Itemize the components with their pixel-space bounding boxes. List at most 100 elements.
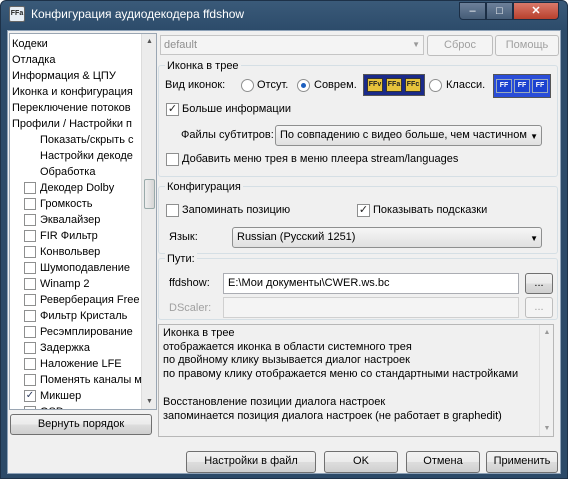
tree-item[interactable]: Показать/скрыть с [40, 132, 133, 148]
chevron-down-icon: ▼ [412, 40, 420, 49]
tree-item[interactable]: Реверберация Free [40, 292, 140, 308]
ffa-icon: FFa [386, 78, 402, 92]
tree-item[interactable]: Наложение LFE [40, 356, 122, 372]
save-to-file-button[interactable]: Настройки в файл [186, 451, 316, 473]
tree-item[interactable]: Поменять каналы м [40, 372, 142, 388]
classic-icon-3: FF [532, 79, 548, 93]
radio-none[interactable] [241, 79, 254, 92]
dscaler-path-label: DScaler: [169, 302, 212, 314]
tree-item-checkbox[interactable] [24, 214, 36, 226]
tree-item[interactable]: Эквалайзер [40, 212, 100, 228]
help-line: запоминается позиция диалога настроек (н… [163, 410, 502, 422]
help-text-box[interactable]: Иконка в трее отображается иконка в обла… [158, 324, 554, 437]
tree-item[interactable]: Фильтр Кристаль [40, 308, 127, 324]
show-tips-checkbox[interactable]: ✓ [357, 204, 370, 217]
dscaler-path-field[interactable] [223, 297, 519, 318]
help-line: по правому клику отображается меню со ст… [163, 368, 519, 380]
reorder-button[interactable]: Вернуть порядок [10, 414, 152, 435]
minimize-button[interactable]: ‒ [459, 2, 486, 20]
tree-item-checkbox[interactable] [24, 182, 36, 194]
classic-icon-1: FF [496, 79, 512, 93]
close-button[interactable]: ✕ [513, 2, 559, 20]
tree-item-checkbox[interactable] [24, 198, 36, 210]
paths-group-title: Пути: [165, 253, 197, 265]
tree-item-checkbox[interactable]: ✓ [24, 390, 36, 402]
scroll-down-icon[interactable]: ▼ [142, 394, 156, 409]
scroll-down-icon[interactable]: ▼ [540, 421, 553, 436]
tree-item[interactable]: Задержка [40, 340, 90, 356]
scroll-up-icon[interactable]: ▲ [142, 34, 156, 49]
help-button[interactable]: Помощь [495, 35, 559, 56]
tree-item-checkbox[interactable] [24, 374, 36, 386]
dialog-window: FFa Конфигурация аудиодекодера ffdshow ‒… [0, 0, 568, 479]
cancel-button[interactable]: Отмена [406, 451, 480, 473]
tree-item[interactable]: Ресэмплирование [40, 324, 133, 340]
language-label: Язык: [169, 231, 198, 243]
classic-icons-preview: FF FF FF [493, 74, 551, 98]
tray-icon-group: Иконка в трее Вид иконок: Отсут. Соврем.… [158, 60, 558, 177]
tree-item-checkbox[interactable] [24, 246, 36, 258]
apply-button[interactable]: Применить [486, 451, 558, 473]
tree-item[interactable]: FIR Фильтр [40, 228, 98, 244]
tree-item[interactable]: OSD [40, 404, 64, 409]
ok-button[interactable]: OK [324, 451, 398, 473]
tree-item[interactable]: Иконка и конфигурация [12, 84, 133, 100]
tree-item[interactable]: Декодер Dolby [40, 180, 114, 196]
tree-item-checkbox[interactable] [24, 262, 36, 274]
tree-item-checkbox[interactable] [24, 358, 36, 370]
window-title: Конфигурация аудиодекодера ffdshow [31, 7, 245, 21]
tree-item[interactable]: Громкость [40, 196, 92, 212]
tree-item-checkbox[interactable] [24, 326, 36, 338]
scroll-thumb[interactable] [144, 179, 155, 209]
preset-select[interactable]: default ▼ [160, 35, 424, 55]
ffv-icon: FFv [367, 78, 383, 92]
tree-item[interactable]: Настройки декоде [40, 148, 133, 164]
help-scrollbar[interactable]: ▲ ▼ [539, 325, 553, 436]
tree-scrollbar[interactable]: ▲ ▼ [141, 34, 156, 409]
tree-item[interactable]: Winamp 2 [40, 276, 90, 292]
tree-item[interactable]: Обработка [40, 164, 95, 180]
tree-item[interactable]: Микшер [40, 388, 81, 404]
remember-position-label: Запоминать позицию [182, 204, 291, 216]
tree-item-checkbox[interactable] [24, 230, 36, 242]
titlebar[interactable]: FFa Конфигурация аудиодекодера ffdshow ‒… [1, 1, 567, 29]
ffdshow-path-field[interactable]: E:\Мои документы\CWER.ws.bc [223, 273, 519, 294]
tree-item-checkbox[interactable] [24, 406, 36, 409]
reset-button[interactable]: Сброс [427, 35, 493, 56]
tree-item-checkbox[interactable] [24, 278, 36, 290]
settings-tree[interactable]: ▲ ▼ Кодеки Отладка Информация & ЦПУ Иконка … [9, 33, 157, 410]
tree-item[interactable]: Отладка [12, 52, 55, 68]
language-select[interactable]: Russian (Русский 1251) ▼ [232, 227, 542, 248]
help-line: по двойному клику вызывается диалог наст… [163, 354, 410, 366]
dscaler-browse-button[interactable]: ... [525, 297, 553, 318]
radio-modern[interactable] [297, 79, 310, 92]
radio-classic[interactable] [429, 79, 442, 92]
add-menu-label: Добавить меню трея в меню плеера stream/… [182, 153, 459, 165]
config-group: Конфигурация Запоминать позицию ✓ Показы… [158, 181, 558, 254]
ffdshow-browse-button[interactable]: ... [525, 273, 553, 294]
tree-item[interactable]: Шумоподавление [40, 260, 130, 276]
maximize-button[interactable]: □ [486, 2, 513, 20]
tree-item-checkbox[interactable] [24, 310, 36, 322]
scroll-up-icon[interactable]: ▲ [540, 325, 553, 340]
tree-item[interactable]: Кодеки [12, 36, 48, 52]
ffc-icon: FFc [405, 78, 421, 92]
add-menu-checkbox[interactable] [166, 153, 179, 166]
tree-item[interactable]: Профили / Настройки п [12, 116, 132, 132]
remember-position-checkbox[interactable] [166, 204, 179, 217]
help-line: Восстановление позиции диалога настроек [163, 396, 386, 408]
modern-icons-preview: FFv FFa FFc [363, 74, 425, 96]
dialog-client: ▲ ▼ Кодеки Отладка Информация & ЦПУ Иконка … [7, 30, 561, 474]
tree-item[interactable]: Конвольвер [40, 244, 100, 260]
tree-item[interactable]: Переключение потоков [12, 100, 131, 116]
tree-item-checkbox[interactable] [24, 294, 36, 306]
help-line: отображается иконка в области системного… [163, 341, 412, 353]
subtitles-label: Файлы субтитров: [181, 129, 274, 141]
icon-view-label: Вид иконок: [165, 79, 226, 91]
tree-item[interactable]: Информация & ЦПУ [12, 68, 116, 84]
tree-item-checkbox[interactable] [24, 342, 36, 354]
subtitles-select[interactable]: По совпадению с видео больше, чем частич… [275, 125, 542, 146]
more-info-checkbox[interactable]: ✓ [166, 103, 179, 116]
radio-none-label: Отсут. [257, 79, 289, 91]
tray-group-title: Иконка в трее [165, 60, 241, 72]
